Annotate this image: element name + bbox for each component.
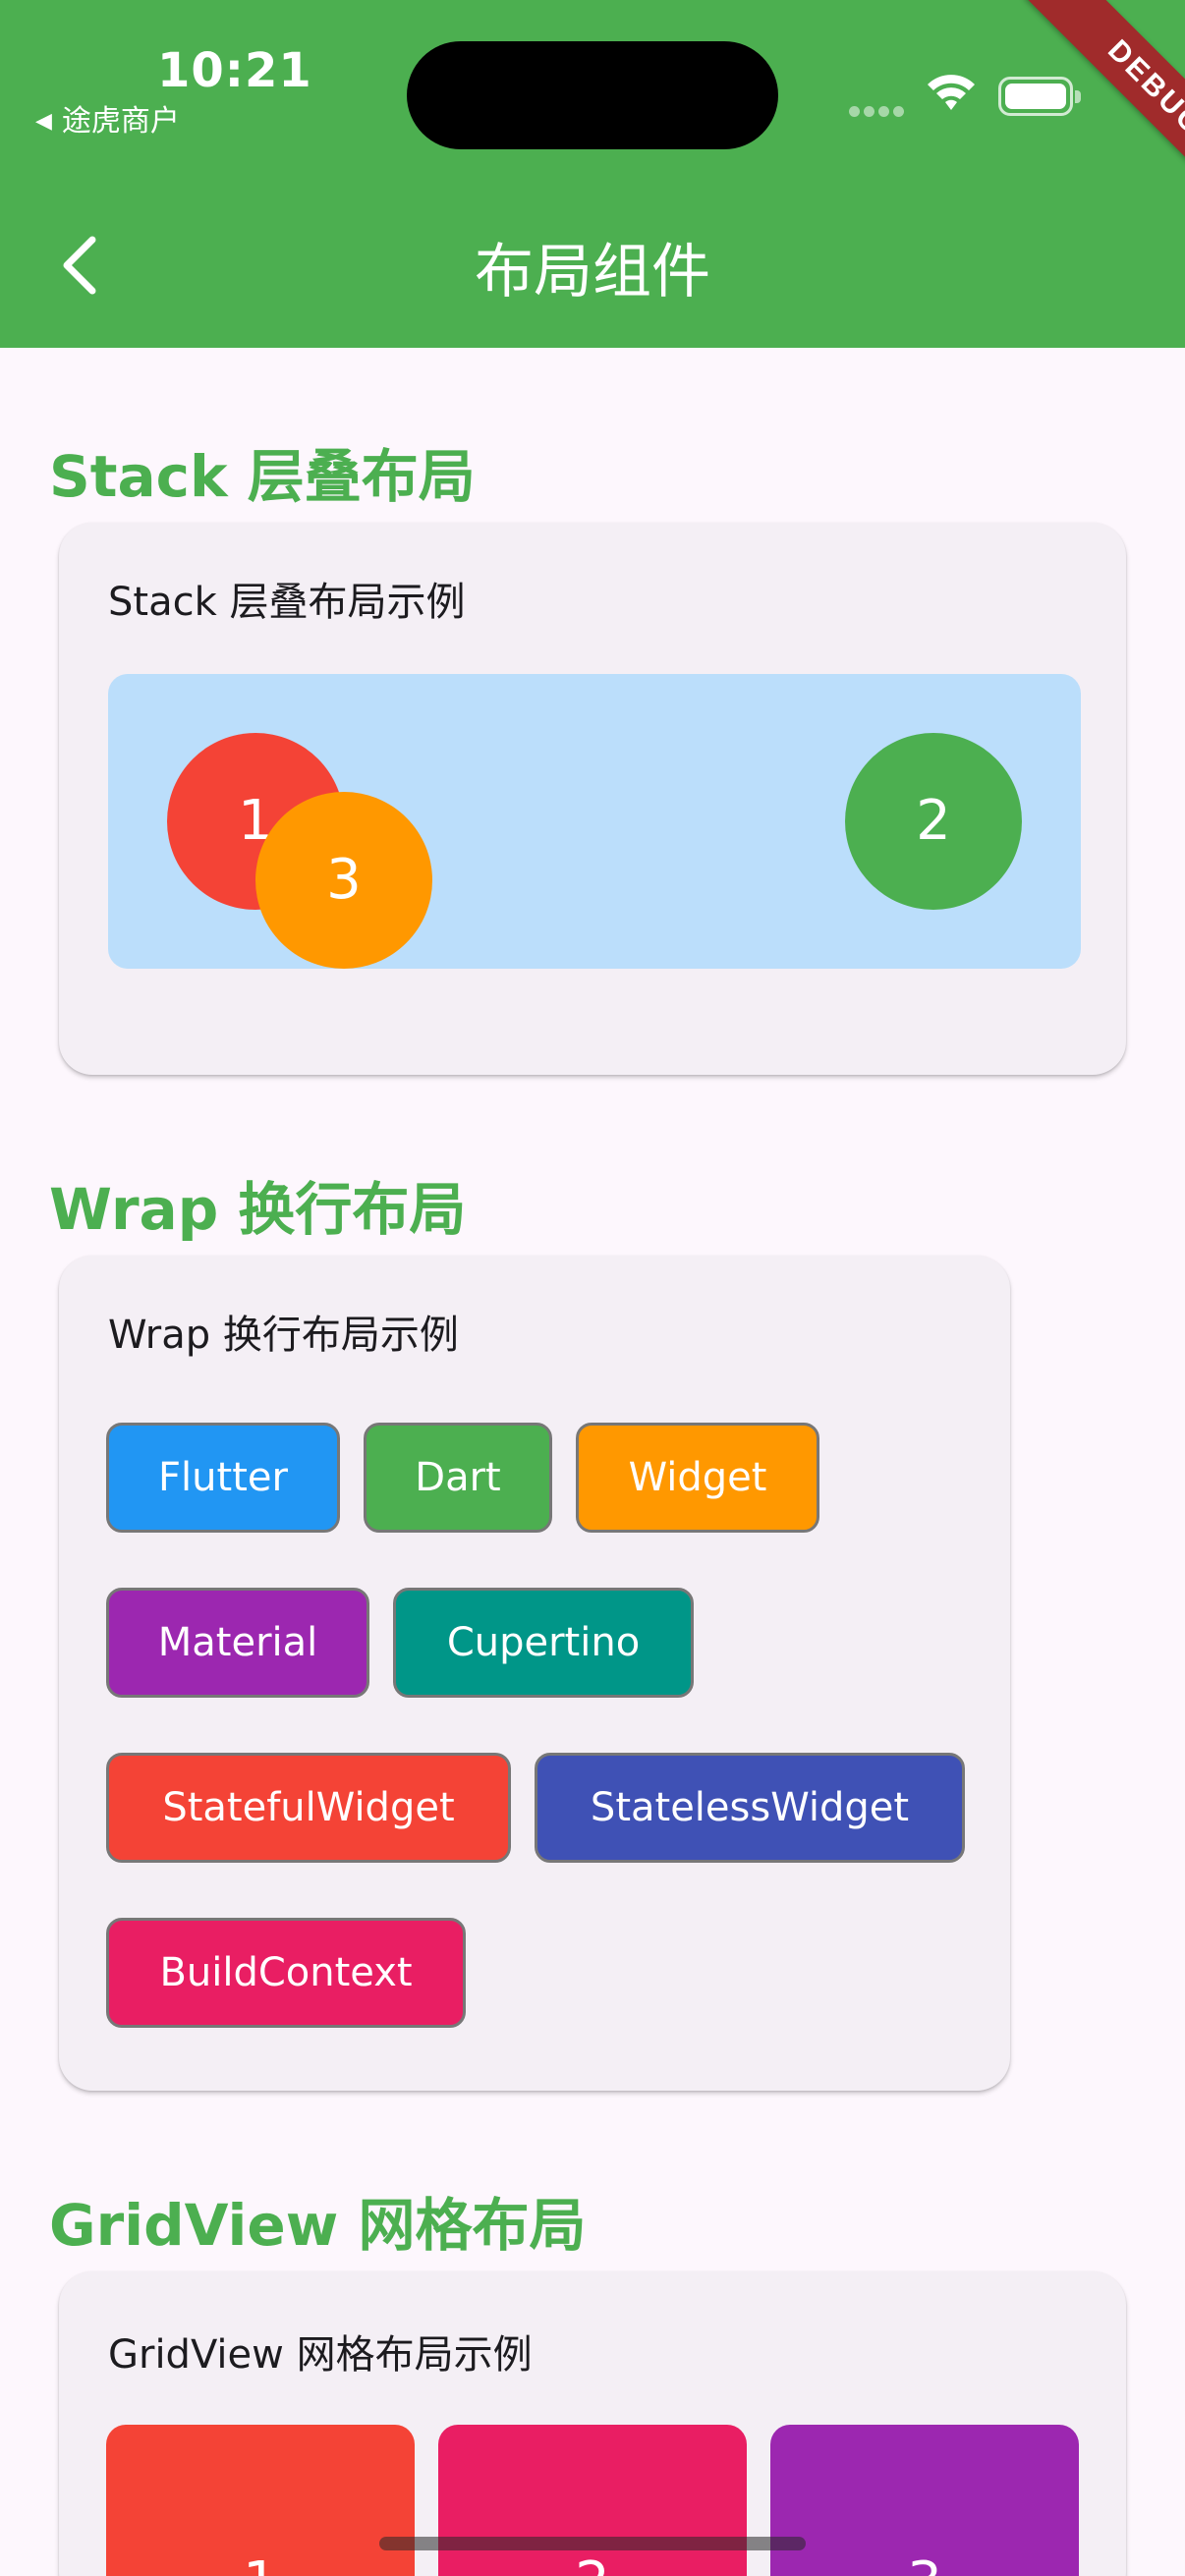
wrap-card-subtitle: Wrap 换行布局示例 [108, 1313, 459, 1358]
status-back-to-app[interactable]: ◀ 途虎商户 [35, 96, 180, 140]
chip-material[interactable]: Material [106, 1588, 369, 1698]
grid-card: GridView 网格布局示例 1 2 3 [59, 2271, 1126, 2576]
grid-section-heading: GridView 网格布局 [49, 2192, 587, 2259]
wrap-card: Wrap 换行布局示例 Flutter Dart Widget Material… [59, 1256, 1010, 2091]
app-bar: 10:21 ◀ 途虎商户 布局组件 DEBUG [0, 0, 1185, 348]
chip-statelesswidget[interactable]: StatelessWidget [535, 1753, 965, 1863]
cellular-icon [849, 102, 908, 121]
grid-tile-1: 1 [106, 2425, 415, 2576]
chip-statefulwidget[interactable]: StatefulWidget [106, 1753, 511, 1863]
back-triangle-icon: ◀ [35, 109, 52, 134]
status-time: 10:21 [157, 43, 312, 98]
chip-cupertino[interactable]: Cupertino [393, 1588, 694, 1698]
wrap-section-heading: Wrap 换行布局 [49, 1176, 467, 1243]
page-title: 布局组件 [475, 238, 710, 307]
stack-card-subtitle: Stack 层叠布局示例 [108, 580, 466, 625]
grid-card-subtitle: GridView 网格布局示例 [108, 2332, 533, 2378]
grid-tile-2: 2 [438, 2425, 747, 2576]
home-indicator[interactable] [379, 2537, 806, 2550]
chip-widget[interactable]: Widget [576, 1423, 819, 1533]
chip-dart[interactable]: Dart [364, 1423, 552, 1533]
chip-buildcontext[interactable]: BuildContext [106, 1918, 466, 2028]
wifi-icon [924, 71, 979, 118]
stack-card: Stack 层叠布局示例 1 2 3 [59, 523, 1126, 1075]
stack-circle-3: 3 [255, 792, 432, 969]
battery-icon [998, 77, 1081, 116]
stack-area: 1 2 3 [108, 674, 1081, 969]
grid-tile-3: 3 [770, 2425, 1079, 2576]
chip-flutter[interactable]: Flutter [106, 1423, 340, 1533]
stack-section-heading: Stack 层叠布局 [49, 443, 476, 510]
status-back-app-label: 途虎商户 [61, 104, 180, 139]
stack-circle-2: 2 [845, 733, 1022, 910]
dynamic-island [407, 41, 778, 149]
